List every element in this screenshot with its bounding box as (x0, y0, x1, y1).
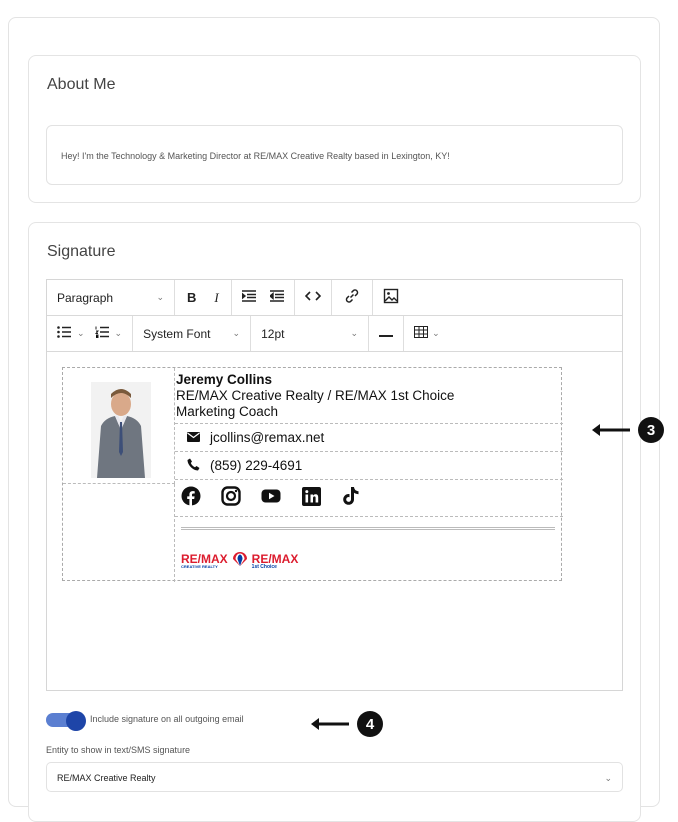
entity-label: Entity to show in text/SMS signature (46, 745, 191, 755)
indent-icon[interactable] (241, 290, 256, 305)
include-signature-label: Include signature on all outgoing email (90, 714, 244, 724)
chevron-down-icon: ⌄ (156, 292, 164, 302)
annotation-badge: 4 (357, 711, 383, 737)
editor-toolbar-row-2: ⌄ ⌄ System Font ⌄ 12pt ⌄ ⌄ (47, 316, 622, 352)
social-icons (181, 486, 361, 506)
signature-title: Signature (47, 243, 116, 260)
font-family-select[interactable]: System Font ⌄ (133, 316, 252, 351)
phone-row: (859) 229-4691 (175, 451, 563, 479)
youtube-icon[interactable] (261, 486, 281, 506)
arrow-left-icon (592, 424, 630, 436)
signature-role: Marketing Coach (176, 404, 279, 419)
about-me-card: About Me Hey! I'm the Technology & Marke… (28, 55, 641, 203)
outdent-icon[interactable] (268, 290, 284, 305)
signature-table[interactable]: Jeremy Collins RE/MAX Creative Realty / … (62, 367, 563, 582)
linkedin-icon[interactable] (301, 486, 321, 506)
signature-divider (181, 527, 555, 530)
table-icon[interactable] (414, 326, 429, 341)
chevron-down-icon[interactable]: ⌄ (77, 328, 85, 339)
signature-email[interactable]: jcollins@remax.net (210, 430, 324, 445)
code-icon[interactable] (304, 290, 321, 305)
include-signature-toggle[interactable] (46, 711, 86, 731)
balloon-icon (232, 551, 248, 572)
chevron-down-icon: ⌄ (232, 328, 241, 338)
image-icon[interactable] (383, 288, 399, 307)
block-format-label: Paragraph (57, 290, 114, 305)
annotation-badge: 3 (638, 417, 664, 443)
email-row: jcollins@remax.net (175, 423, 563, 451)
remax-logos: RE/MAX CREATIVE REALTY RE/MAX 1st Choice (181, 551, 298, 572)
signature-company: RE/MAX Creative Realty / RE/MAX 1st Choi… (176, 388, 455, 403)
entity-select[interactable]: RE/MAX Creative Realty ⌄ (46, 762, 623, 792)
table-group: ⌄ (404, 316, 450, 351)
entity-select-value: RE/MAX Creative Realty (57, 773, 156, 783)
about-me-textarea[interactable]: Hey! I'm the Technology & Marketing Dire… (46, 125, 623, 185)
numbered-list-icon[interactable] (94, 326, 109, 341)
code-group (295, 280, 332, 315)
profile-photo (91, 382, 151, 478)
link-group (332, 280, 373, 315)
block-format-select[interactable]: Paragraph ⌄ (47, 280, 175, 315)
instagram-icon[interactable] (221, 486, 241, 506)
hr-group (369, 316, 405, 351)
signature-name: Jeremy Collins (176, 372, 273, 387)
bold-button[interactable]: B (187, 290, 196, 305)
italic-button[interactable]: I (214, 290, 218, 306)
text-style-group: B I (175, 280, 232, 315)
arrow-left-icon (311, 718, 349, 730)
list-group: ⌄ ⌄ (47, 316, 134, 351)
image-group (373, 280, 409, 315)
about-me-title: About Me (47, 76, 116, 93)
chevron-down-icon[interactable]: ⌄ (115, 328, 123, 339)
signature-phone[interactable]: (859) 229-4691 (210, 458, 302, 473)
font-size-label: 12pt (261, 326, 285, 341)
chevron-down-icon[interactable]: ⌄ (432, 328, 440, 339)
link-icon[interactable] (344, 288, 360, 307)
signature-editor[interactable]: Paragraph ⌄ B I ⌄ ⌄ System Font ⌄ 12pt ⌄… (46, 279, 623, 691)
annotation-3: 3 (592, 417, 664, 443)
font-family-label: System Font (143, 326, 211, 341)
tiktok-icon[interactable] (341, 486, 361, 506)
annotation-4: 4 (311, 711, 383, 737)
photo-cell-empty (63, 484, 175, 582)
facebook-icon[interactable] (181, 486, 201, 506)
remax-1st-choice-logo: RE/MAX 1st Choice (251, 551, 299, 570)
indent-group (232, 280, 295, 315)
chevron-down-icon: ⌄ (604, 773, 612, 783)
envelope-icon (187, 430, 200, 445)
chevron-down-icon: ⌄ (350, 328, 359, 338)
photo-cell (63, 368, 175, 484)
horizontal-line-icon[interactable] (379, 326, 394, 341)
bullet-list-icon[interactable] (57, 326, 71, 341)
editor-toolbar-row-1: Paragraph ⌄ B I (47, 280, 622, 316)
phone-icon (187, 458, 200, 474)
font-size-select[interactable]: 12pt ⌄ (251, 316, 370, 351)
remax-creative-logo: RE/MAX CREATIVE REALTY (181, 552, 228, 569)
